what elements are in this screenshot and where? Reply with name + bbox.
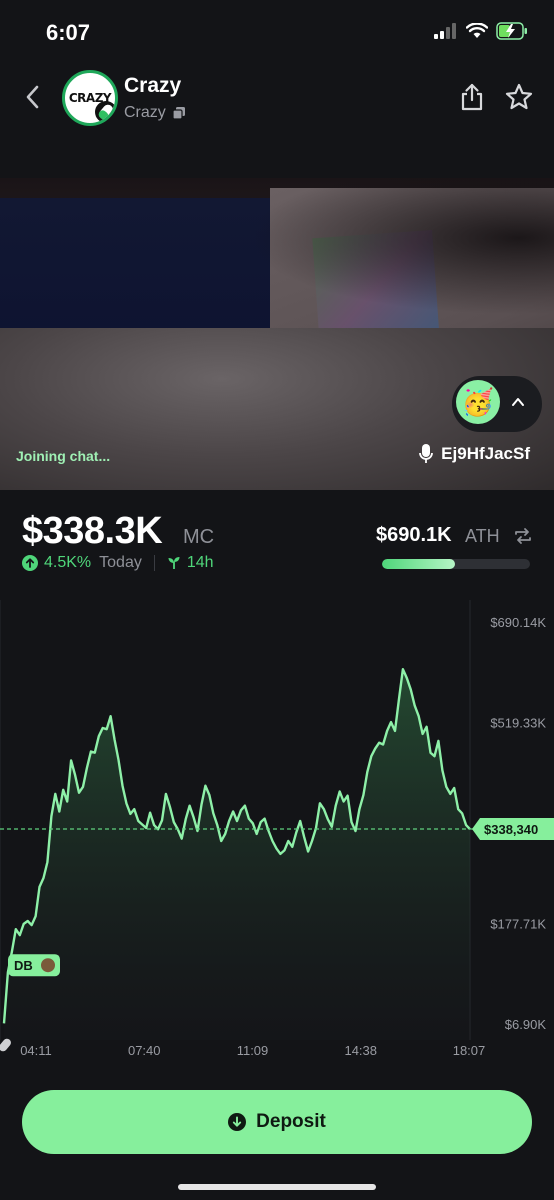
current-price-label: $338,340 xyxy=(484,822,538,837)
reaction-pill[interactable]: 🥳 xyxy=(452,376,542,432)
cellular-signal-icon xyxy=(434,23,456,39)
divider xyxy=(153,555,155,571)
price-area xyxy=(4,669,470,1040)
market-cap-label: MC xyxy=(183,526,215,548)
ath-label: ATH xyxy=(465,526,500,546)
token-avatar[interactable]: CRAZY xyxy=(62,70,118,126)
back-chevron-icon[interactable] xyxy=(20,82,46,112)
deposit-label: Deposit xyxy=(256,1111,326,1132)
x-tick-label: 18:07 xyxy=(453,1043,486,1058)
copy-icon[interactable] xyxy=(172,106,186,120)
change-percent: 4.5K% xyxy=(44,554,92,571)
market-cap-value: $338.3K xyxy=(22,510,163,552)
x-tick-label: 07:40 xyxy=(128,1043,161,1058)
home-indicator xyxy=(178,1184,376,1190)
swap-arrows-icon[interactable] xyxy=(514,527,532,545)
y-tick-label: $519.33K xyxy=(490,716,546,731)
arrow-down-circle-icon xyxy=(228,1113,247,1131)
chat-status-text: Joining chat... xyxy=(16,448,111,464)
star-icon[interactable] xyxy=(504,82,534,112)
reaction-emoji[interactable]: 🥳 xyxy=(456,380,500,424)
x-tick-label: 11:09 xyxy=(237,1043,269,1058)
y-tick-label: $690.14K xyxy=(490,615,546,630)
token-ticker: Crazy xyxy=(124,104,166,121)
status-time: 6:07 xyxy=(46,20,91,45)
y-tick-label: $177.71K xyxy=(490,917,546,932)
price-chart[interactable]: $338,340 $690.14K $519.33K $177.71K $6.90K 04… xyxy=(0,600,554,1060)
video-shadow xyxy=(200,178,554,328)
battery-charging-icon xyxy=(496,22,527,40)
wifi-icon xyxy=(466,23,488,38)
livestream-video[interactable]: 🥳 Joining chat... Ej9HfJacSf xyxy=(0,178,554,490)
chevron-up-icon[interactable] xyxy=(510,394,526,410)
microphone-icon xyxy=(419,444,434,463)
deposit-button[interactable]: Deposit xyxy=(22,1090,532,1154)
share-icon[interactable] xyxy=(458,82,486,112)
ath-progress-fill xyxy=(382,559,455,569)
speaker-label: Ej9HfJacSf xyxy=(419,444,530,464)
token-ticker-row[interactable]: Crazy xyxy=(124,104,186,122)
status-icons xyxy=(434,22,528,40)
change-period: Today xyxy=(99,554,142,571)
ath-value: $690.1K xyxy=(376,524,452,546)
ath-progress-bar xyxy=(382,559,530,569)
db-marker-label: DB xyxy=(14,958,33,973)
token-age: 14h xyxy=(186,554,214,571)
sprout-icon xyxy=(168,557,180,569)
token-name: Crazy xyxy=(124,74,182,97)
arrow-up-circle-icon xyxy=(22,555,38,571)
db-avatar-icon xyxy=(41,958,55,973)
change-row: 4.5K% Today 14h xyxy=(22,554,214,572)
speaker-name: Ej9HfJacSf xyxy=(441,444,530,463)
token-header: CRAZY Crazy Crazy xyxy=(0,64,554,144)
x-tick-label: 04:11 xyxy=(20,1043,52,1058)
x-tick-label: 14:38 xyxy=(344,1043,377,1058)
status-bar: 6:07 xyxy=(0,0,554,64)
y-tick-label: $6.90K xyxy=(505,1017,547,1032)
pill-icon xyxy=(95,101,115,123)
